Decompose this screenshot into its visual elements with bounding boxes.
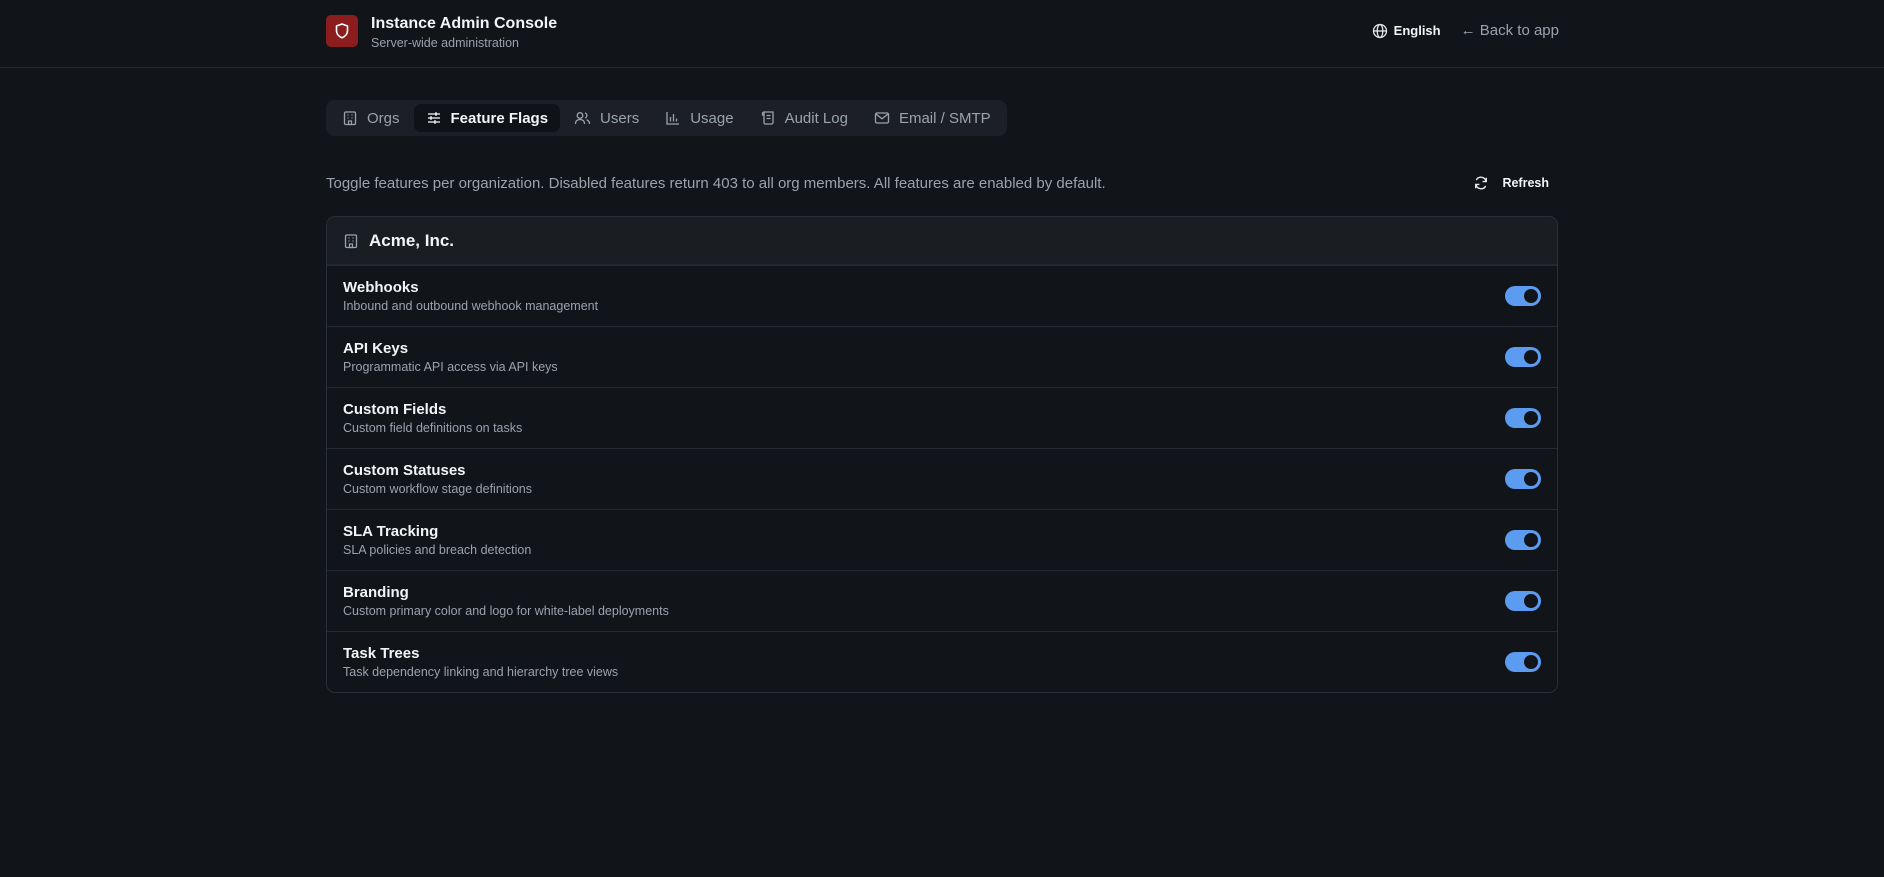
scroll-icon: [761, 111, 774, 125]
feature-name: SLA Tracking: [343, 523, 439, 540]
toggle-knob: [1524, 289, 1538, 303]
feature-row: Webhooks Inbound and outbound webhook man…: [327, 265, 1557, 326]
tab-label: Orgs: [367, 109, 400, 127]
top-bar: Instance Admin Console Server-wide admin…: [0, 0, 1884, 68]
feature-toggle-custom-fields[interactable]: [1505, 408, 1541, 428]
feature-name: Custom Statuses: [343, 462, 466, 479]
feature-row: Custom Statuses Custom workflow stage def…: [327, 448, 1557, 509]
refresh-button[interactable]: Refresh: [1464, 171, 1558, 195]
users-icon: [574, 112, 591, 125]
tab-users[interactable]: Users: [562, 104, 651, 132]
feature-description: Custom field definitions on tasks: [343, 421, 523, 435]
sliders-icon: [427, 112, 440, 124]
toggle-knob: [1524, 472, 1538, 486]
language-label: English: [1393, 23, 1441, 38]
toggle-knob: [1524, 411, 1538, 425]
feature-row: Branding Custom primary color and logo fo…: [327, 570, 1557, 631]
admin-tabs: Orgs Feature Flags Users Usage Audit Log…: [326, 100, 1007, 136]
app-title: Instance Admin Console: [371, 15, 558, 32]
feature-name: API Keys: [343, 340, 409, 357]
feature-description: Inbound and outbound webhook management: [343, 299, 599, 313]
feature-description: SLA policies and breach detection: [343, 543, 532, 557]
tab-usage[interactable]: Usage: [653, 104, 745, 132]
refresh-label: Refresh: [1502, 176, 1549, 190]
feature-toggle-sla-tracking[interactable]: [1505, 530, 1541, 550]
feature-description: Task dependency linking and hierarchy tr…: [343, 665, 619, 679]
refresh-icon: [1475, 176, 1488, 190]
tab-audit-log[interactable]: Audit Log: [748, 104, 860, 132]
org-name: Acme, Inc.: [369, 230, 455, 250]
feature-toggle-api-keys[interactable]: [1505, 347, 1541, 367]
feature-name: Branding: [343, 584, 409, 601]
feature-toggle-task-trees[interactable]: [1505, 652, 1541, 672]
bar-chart-icon: [666, 112, 680, 125]
feature-toggle-branding[interactable]: [1505, 591, 1541, 611]
feature-description: Programmatic API access via API keys: [343, 360, 558, 374]
tab-feature-flags[interactable]: Feature Flags: [413, 104, 561, 132]
brand: Instance Admin Console Server-wide admin…: [326, 15, 557, 50]
toggle-knob: [1524, 533, 1538, 547]
language-selector[interactable]: English: [1372, 23, 1441, 39]
globe-icon: [1372, 23, 1387, 38]
org-header: Acme, Inc.: [327, 217, 1557, 265]
tab-label: Email / SMTP: [898, 109, 991, 127]
tab-orgs[interactable]: Orgs: [330, 104, 412, 132]
tab-label: Audit Log: [784, 109, 848, 127]
app-subtitle: Server-wide administration: [371, 36, 519, 50]
page-description: Toggle features per organization. Disabl…: [326, 175, 1106, 192]
back-to-app-link[interactable]: ← Back to app: [1461, 22, 1559, 39]
building-icon: [343, 111, 357, 126]
tab-label: Usage: [690, 109, 734, 127]
feature-description: Custom workflow stage definitions: [343, 482, 532, 496]
feature-row: SLA Tracking SLA policies and breach dete…: [327, 509, 1557, 570]
tab-label: Feature Flags: [450, 109, 549, 127]
toggle-knob: [1524, 594, 1538, 608]
tab-email-smtp[interactable]: Email / SMTP: [862, 104, 1003, 132]
feature-description: Custom primary color and logo for white-…: [343, 604, 669, 618]
feature-toggle-custom-statuses[interactable]: [1505, 469, 1541, 489]
feature-name: Webhooks: [343, 279, 419, 296]
mail-icon: [874, 112, 890, 124]
shield-icon: [326, 15, 358, 47]
feature-name: Custom Fields: [343, 401, 447, 418]
toggle-knob: [1524, 350, 1538, 364]
feature-row: API Keys Programmatic API access via API …: [327, 326, 1557, 387]
org-feature-panel: Acme, Inc. Webhooks Inbound and outbound …: [326, 216, 1558, 693]
feature-name: Task Trees: [343, 645, 420, 662]
tab-label: Users: [600, 109, 640, 127]
toggle-knob: [1524, 655, 1538, 669]
feature-row: Task Trees Task dependency linking and hi…: [327, 631, 1557, 692]
feature-toggle-webhooks[interactable]: [1505, 286, 1541, 306]
building-icon: [344, 233, 358, 248]
feature-row: Custom Fields Custom field definitions on…: [327, 387, 1557, 448]
